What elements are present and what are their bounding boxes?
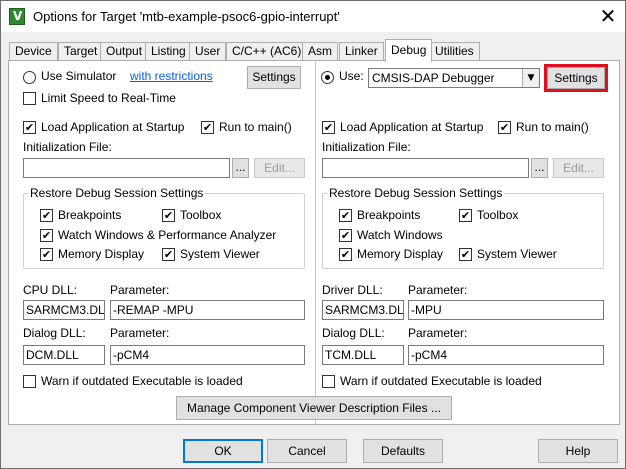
init-file-input[interactable] — [23, 158, 230, 178]
init-file-browse-button[interactable]: ... — [232, 158, 249, 178]
close-icon[interactable]: ✕ — [597, 5, 619, 27]
restore-breakpoints-checkbox[interactable]: ✔ — [339, 209, 352, 222]
limit-speed-label: Limit Speed to Real-Time — [41, 91, 176, 105]
restore-session-title: Restore Debug Session Settings — [327, 186, 505, 200]
load-app-checkbox[interactable]: ✔ — [322, 121, 335, 134]
load-app-label: Load Application at Startup — [41, 120, 185, 134]
dialog-dll-label: Dialog DLL: — [23, 326, 86, 340]
init-file-input[interactable] — [322, 158, 529, 178]
tab-output[interactable]: Output — [100, 42, 149, 61]
restore-breakpoints-label: Breakpoints — [58, 208, 122, 222]
init-file-edit-button[interactable]: Edit... — [553, 158, 604, 178]
driver-dll-param-label: Parameter: — [408, 283, 468, 297]
with-restrictions-link[interactable]: with restrictions — [130, 69, 213, 83]
cancel-button[interactable]: Cancel — [267, 439, 347, 463]
debugger-select[interactable]: CMSIS-DAP Debugger ▼ — [368, 68, 540, 88]
init-file-browse-button[interactable]: ... — [531, 158, 548, 178]
restore-session-title: Restore Debug Session Settings — [28, 186, 206, 200]
init-file-label: Initialization File: — [23, 140, 112, 154]
restore-sysviewer-label: System Viewer — [477, 247, 557, 261]
tab-listing[interactable]: Listing — [145, 42, 192, 61]
limit-speed-checkbox[interactable] — [23, 92, 36, 105]
options-dialog: Options for Target 'mtb-example-psoc6-gp… — [0, 0, 626, 469]
tab-cpp[interactable]: C/C++ (AC6) — [226, 42, 308, 61]
restore-watch-checkbox[interactable]: ✔ — [339, 229, 352, 242]
restore-sysviewer-checkbox[interactable]: ✔ — [162, 248, 175, 261]
dialog-dll-input[interactable]: TCM.DLL — [322, 345, 404, 365]
dialog-dll-param-input[interactable]: -pCM4 — [110, 345, 305, 365]
window-title: Options for Target 'mtb-example-psoc6-gp… — [33, 9, 340, 24]
restore-memory-checkbox[interactable]: ✔ — [339, 248, 352, 261]
simulator-column: Use Simulator with restrictions Settings… — [9, 61, 314, 424]
debugger-settings-button[interactable]: Settings — [544, 64, 608, 92]
restore-sysviewer-label: System Viewer — [180, 247, 260, 261]
driver-dll-param-input[interactable]: -MPU — [408, 300, 604, 320]
driver-dll-label: Driver DLL: — [322, 283, 383, 297]
warn-outdated-label: Warn if outdated Executable is loaded — [340, 374, 542, 388]
warn-outdated-label: Warn if outdated Executable is loaded — [41, 374, 243, 388]
chevron-down-icon[interactable]: ▼ — [522, 69, 539, 87]
defaults-button[interactable]: Defaults — [363, 439, 443, 463]
help-button[interactable]: Help — [538, 439, 618, 463]
restore-toolbox-checkbox[interactable]: ✔ — [162, 209, 175, 222]
restore-memory-label: Memory Display — [58, 247, 145, 261]
restore-memory-label: Memory Display — [357, 247, 444, 261]
init-file-edit-button[interactable]: Edit... — [254, 158, 305, 178]
run-to-main-label: Run to main() — [219, 120, 292, 134]
dialog-dll-label: Dialog DLL: — [322, 326, 385, 340]
debugger-select-value: CMSIS-DAP Debugger — [372, 71, 495, 85]
run-to-main-label: Run to main() — [516, 120, 589, 134]
run-to-main-checkbox[interactable]: ✔ — [201, 121, 214, 134]
tab-utilities[interactable]: Utilities — [429, 42, 480, 61]
dialog-dll-param-input[interactable]: -pCM4 — [408, 345, 604, 365]
restore-sysviewer-checkbox[interactable]: ✔ — [459, 248, 472, 261]
dialog-dll-param-label: Parameter: — [408, 326, 468, 340]
manage-component-viewer-button[interactable]: Manage Component Viewer Description File… — [176, 396, 452, 420]
restore-toolbox-label: Toolbox — [477, 208, 519, 222]
init-file-label: Initialization File: — [322, 140, 411, 154]
keil-app-icon — [9, 8, 25, 25]
cpu-dll-param-label: Parameter: — [110, 283, 170, 297]
warn-outdated-checkbox[interactable] — [23, 375, 36, 388]
ok-button[interactable]: OK — [183, 439, 263, 463]
driver-dll-input[interactable]: SARMCM3.DLL — [322, 300, 404, 320]
use-debugger-radio[interactable] — [321, 71, 334, 84]
restore-toolbox-label: Toolbox — [180, 208, 222, 222]
restore-memory-checkbox[interactable]: ✔ — [40, 248, 53, 261]
restore-watch-label: Watch Windows & Performance Analyzer — [58, 228, 277, 242]
load-app-label: Load Application at Startup — [340, 120, 484, 134]
restore-breakpoints-checkbox[interactable]: ✔ — [40, 209, 53, 222]
debug-tab-panel: Use Simulator with restrictions Settings… — [8, 60, 620, 425]
use-simulator-radio[interactable] — [23, 71, 36, 84]
title-bar: Options for Target 'mtb-example-psoc6-gp… — [1, 1, 625, 32]
cpu-dll-input[interactable]: SARMCM3.DLL — [23, 300, 105, 320]
use-simulator-label: Use Simulator — [41, 69, 117, 83]
use-label: Use: — [339, 69, 364, 83]
tab-linker[interactable]: Linker — [339, 42, 384, 61]
debugger-column: Use: CMSIS-DAP Debugger ▼ Settings ✔ Loa… — [316, 61, 621, 424]
tab-strip: Device Target Output Listing User C/C++ … — [9, 39, 619, 62]
simulator-settings-button[interactable]: Settings — [247, 66, 301, 89]
tab-asm[interactable]: Asm — [302, 42, 338, 61]
cpu-dll-label: CPU DLL: — [23, 283, 78, 297]
restore-watch-label: Watch Windows — [357, 228, 443, 242]
warn-outdated-checkbox[interactable] — [322, 375, 335, 388]
tab-device[interactable]: Device — [9, 42, 58, 61]
dialog-dll-param-label: Parameter: — [110, 326, 170, 340]
tab-user[interactable]: User — [189, 42, 227, 61]
tab-debug[interactable]: Debug — [385, 39, 433, 62]
tab-target[interactable]: Target — [58, 42, 104, 61]
restore-toolbox-checkbox[interactable]: ✔ — [459, 209, 472, 222]
load-app-checkbox[interactable]: ✔ — [23, 121, 36, 134]
run-to-main-checkbox[interactable]: ✔ — [498, 121, 511, 134]
cpu-dll-param-input[interactable]: -REMAP -MPU — [110, 300, 305, 320]
dialog-dll-input[interactable]: DCM.DLL — [23, 345, 105, 365]
restore-breakpoints-label: Breakpoints — [357, 208, 421, 222]
restore-watch-checkbox[interactable]: ✔ — [40, 229, 53, 242]
